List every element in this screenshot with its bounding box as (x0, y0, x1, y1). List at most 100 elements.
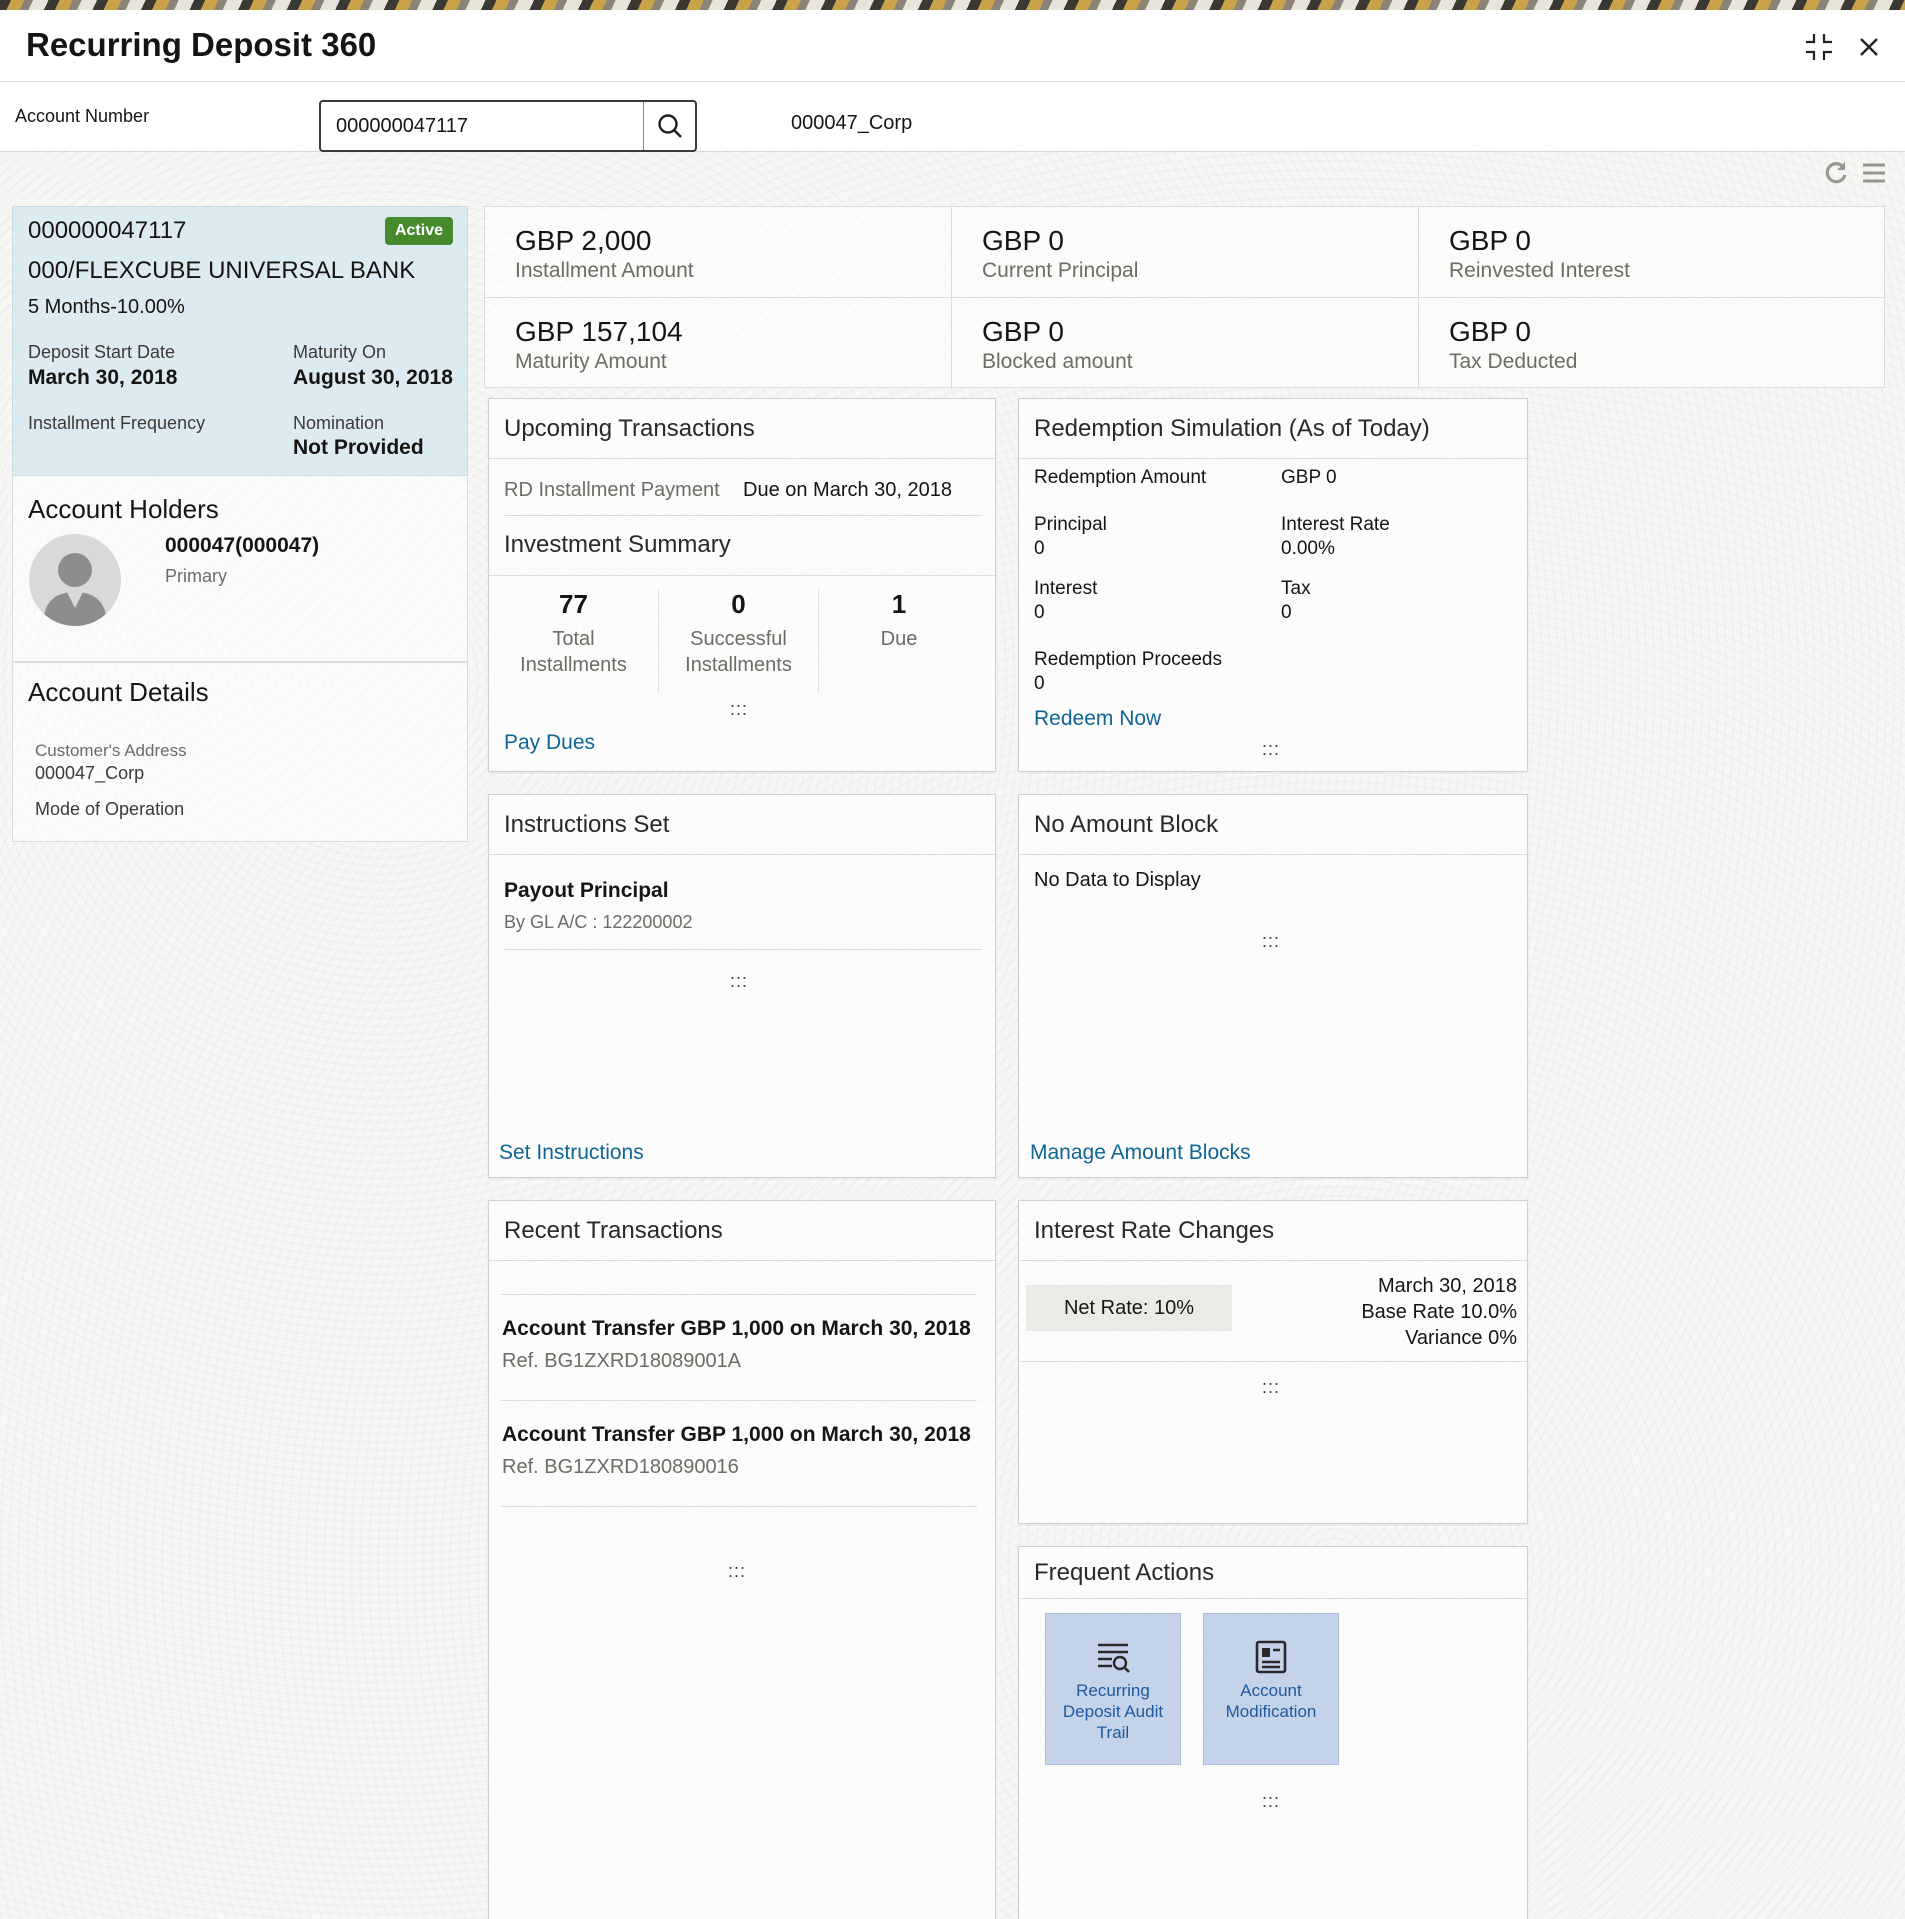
recent-transactions-widget: Recent Transactions Account Transfer GBP… (488, 1200, 996, 1919)
rate-details: March 30, 2018 Base Rate 10.0% Variance … (1361, 1273, 1517, 1351)
search-icon[interactable] (643, 102, 695, 150)
stat-label-line1: Total (552, 628, 595, 650)
kpi-blocked-amount: GBP 0 Blocked amount (952, 298, 1419, 389)
account-holders-card: Account Holders 000047(000047) Primary (12, 476, 468, 662)
divider (504, 949, 982, 950)
stat-due: 1 Due (819, 589, 979, 694)
audit-trail-action-tile[interactable]: Recurring Deposit Audit Trail (1045, 1613, 1181, 1765)
instruction-subtitle: By GL A/C : 122200002 (504, 912, 693, 932)
interest-rate-value: 0.00% (1281, 538, 1335, 559)
stat-value: 1 (891, 589, 907, 619)
interest-rate-label: Interest Rate (1281, 514, 1390, 535)
base-rate: Base Rate 10.0% (1361, 1301, 1517, 1323)
divider (504, 515, 982, 516)
widget-title: Upcoming Transactions (504, 415, 755, 442)
widget-header: Frequent Actions (1019, 1547, 1527, 1599)
kpi-value: GBP 0 (982, 316, 1064, 347)
interest-value: 0 (1034, 602, 1045, 623)
stat-total-installments: 77 Total Installments (489, 589, 659, 694)
start-date-label: Deposit Start Date (28, 342, 176, 362)
upcoming-item-due: Due on March 30, 2018 (743, 479, 953, 501)
kpi-maturity-amount: GBP 157,104 Maturity Amount (485, 298, 952, 389)
investment-summary-title: Investment Summary (504, 531, 731, 558)
transaction-title: Account Transfer GBP 1,000 on March 30, … (502, 1423, 971, 1446)
drag-handle[interactable]: ::: (730, 971, 748, 992)
tax-label: Tax (1281, 578, 1311, 599)
net-rate-chip: Net Rate: 10% (1026, 1285, 1232, 1331)
account-search-bar: Account Number 000047_Corp (0, 82, 1905, 152)
instruction-title: Payout Principal (504, 879, 669, 902)
redemption-proceeds-label: Redemption Proceeds (1034, 649, 1222, 670)
interest-label: Interest (1034, 578, 1098, 599)
kpi-value: GBP 2,000 (515, 225, 652, 256)
drag-handle[interactable]: ::: (730, 699, 748, 720)
bank-name: 000/FLEXCUBE UNIVERSAL BANK (28, 257, 416, 284)
account-details-title: Account Details (28, 677, 209, 707)
audit-trail-icon (1096, 1640, 1130, 1674)
drag-handle[interactable]: ::: (1262, 739, 1280, 760)
redemption-simulation-widget: Redemption Simulation (As of Today) Rede… (1018, 398, 1528, 772)
avatar (29, 534, 121, 626)
menu-icon[interactable] (1861, 160, 1887, 191)
account-number-input[interactable] (321, 102, 643, 150)
stat-label-line2: Installments (685, 654, 792, 676)
tile-label: Recurring Deposit Audit Trail (1062, 1681, 1164, 1742)
title-bar: Recurring Deposit 360 (0, 10, 1905, 82)
account-details-card: Account Details Customer's Address 00004… (12, 662, 468, 842)
kpi-tax-deducted: GBP 0 Tax Deducted (1419, 298, 1886, 389)
kpi-label: Installment Amount (515, 259, 694, 282)
top-banner-stripe (0, 0, 1905, 10)
widget-title: Frequent Actions (1034, 1559, 1215, 1586)
close-icon[interactable] (1852, 30, 1886, 64)
stat-successful-installments: 0 Successful Installments (659, 589, 819, 694)
minimize-icon[interactable] (1802, 30, 1836, 64)
divider (489, 575, 995, 576)
account-number-label: Account Number (15, 106, 150, 126)
frequent-actions-widget: Frequent Actions Recurring Deposit Audit… (1018, 1546, 1528, 1919)
address-value: 000047_Corp (35, 763, 145, 783)
transaction-title: Account Transfer GBP 1,000 on March 30, … (502, 1317, 971, 1340)
kpi-reinvested-interest: GBP 0 Reinvested Interest (1419, 207, 1886, 298)
drag-handle[interactable]: ::: (1262, 931, 1280, 952)
set-instructions-link[interactable]: Set Instructions (499, 1141, 644, 1165)
status-badge: Active (384, 217, 453, 245)
manage-amount-blocks-link[interactable]: Manage Amount Blocks (1030, 1141, 1251, 1165)
amount-block-widget: No Amount Block No Data to Display ::: M… (1018, 794, 1528, 1178)
drag-handle[interactable]: ::: (1262, 1377, 1280, 1398)
kpi-label: Current Principal (982, 259, 1139, 282)
refresh-icon[interactable] (1823, 160, 1849, 191)
principal-value: 0 (1034, 538, 1045, 559)
widget-title: Interest Rate Changes (1034, 1217, 1275, 1244)
account-modification-action-tile[interactable]: Account Modification (1203, 1613, 1339, 1765)
kpi-current-principal: GBP 0 Current Principal (952, 207, 1419, 298)
stat-label-line1: Successful (690, 628, 787, 650)
customer-name: 000047_Corp (791, 112, 913, 134)
upcoming-transactions-widget: Upcoming Transactions RD Installment Pay… (488, 398, 996, 772)
kpi-label: Blocked amount (982, 350, 1133, 373)
transaction-ref: Ref. BG1ZXRD180890016 (502, 1456, 739, 1478)
interest-rate-changes-widget: Interest Rate Changes Net Rate: 10% Marc… (1018, 1200, 1528, 1524)
principal-label: Principal (1034, 514, 1107, 535)
variance: Variance 0% (1405, 1327, 1517, 1349)
widget-header: Interest Rate Changes (1019, 1201, 1527, 1261)
kpi-value: GBP 157,104 (515, 316, 683, 347)
empty-state-text: No Data to Display (1034, 869, 1201, 891)
account-modification-icon (1254, 1640, 1288, 1674)
account-holders-title: Account Holders (28, 494, 219, 524)
maturity-date-value: August 30, 2018 (293, 366, 453, 389)
pay-dues-link[interactable]: Pay Dues (504, 731, 595, 755)
nomination-label: Nomination (293, 413, 385, 433)
divider (501, 1400, 977, 1401)
redemption-proceeds-value: 0 (1034, 673, 1045, 694)
stat-value: 77 (559, 589, 588, 619)
drag-handle[interactable]: ::: (1262, 1791, 1280, 1812)
transaction-ref: Ref. BG1ZXRD18089001A (502, 1350, 742, 1372)
redeem-now-link[interactable]: Redeem Now (1034, 707, 1161, 731)
widget-title: Redemption Simulation (As of Today) (1034, 415, 1430, 442)
tax-value: 0 (1281, 602, 1292, 623)
kpi-installment-amount: GBP 2,000 Installment Amount (485, 207, 952, 298)
upcoming-item-label: RD Installment Payment (504, 479, 720, 501)
divider (501, 1294, 977, 1295)
drag-handle[interactable]: ::: (728, 1561, 746, 1582)
kpi-value: GBP 0 (1449, 225, 1531, 256)
